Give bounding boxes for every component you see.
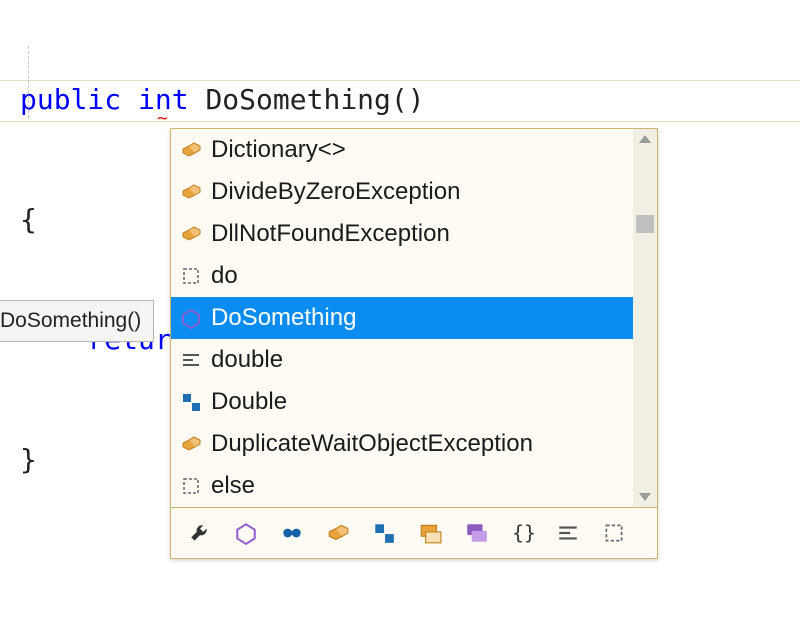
interface-icon bbox=[464, 521, 488, 545]
completion-list[interactable]: Dictionary<> DivideByZeroException DllNotF… bbox=[171, 129, 657, 507]
brace: } bbox=[20, 440, 37, 480]
struct-icon bbox=[372, 521, 396, 545]
field-icon bbox=[280, 521, 304, 545]
scrollbar[interactable] bbox=[633, 129, 657, 507]
intellisense-popup[interactable]: Dictionary<> DivideByZeroException DllNotF… bbox=[170, 128, 658, 559]
active-line-border bbox=[0, 80, 800, 81]
completion-item[interactable]: DivideByZeroException bbox=[171, 171, 633, 213]
filter-brace-icon[interactable] bbox=[499, 508, 545, 558]
active-line-border bbox=[0, 121, 800, 122]
code-line[interactable]: public int DoSomething() bbox=[20, 80, 800, 120]
code-editor[interactable]: public int DoSomething() { return } ~ Do… bbox=[0, 0, 800, 625]
indent-guide bbox=[28, 46, 29, 118]
completion-label: double bbox=[211, 346, 283, 374]
completion-item[interactable]: DuplicateWaitObjectException bbox=[171, 423, 633, 465]
class-icon bbox=[326, 521, 350, 545]
filter-field-icon[interactable] bbox=[269, 508, 315, 558]
keyword-icon bbox=[171, 475, 211, 497]
completion-label: DoSomething bbox=[211, 304, 356, 332]
keyword-icon bbox=[602, 521, 626, 545]
enum-icon bbox=[418, 521, 442, 545]
wrench-icon bbox=[188, 521, 212, 545]
struct-icon bbox=[171, 391, 211, 413]
scroll-up-icon[interactable] bbox=[639, 135, 651, 143]
completion-item[interactable]: double bbox=[171, 339, 633, 381]
class-icon bbox=[171, 223, 211, 245]
brace-icon bbox=[510, 521, 534, 545]
completion-item[interactable]: do bbox=[171, 255, 633, 297]
completion-label: do bbox=[211, 262, 238, 290]
filter-snippet-icon[interactable] bbox=[545, 508, 591, 558]
method-icon bbox=[234, 521, 258, 545]
keyword-icon bbox=[171, 265, 211, 287]
filter-enum-icon[interactable] bbox=[407, 508, 453, 558]
class-icon bbox=[171, 181, 211, 203]
completion-item[interactable]: Double bbox=[171, 381, 633, 423]
filter-class-icon[interactable] bbox=[315, 508, 361, 558]
snippet-icon bbox=[171, 349, 211, 371]
method-icon bbox=[171, 307, 211, 329]
method-name: DoSomething() bbox=[205, 80, 424, 120]
signature-hint: DoSomething() bbox=[0, 300, 154, 342]
filter-keyword-icon[interactable] bbox=[591, 508, 637, 558]
keyword: public bbox=[20, 80, 121, 120]
completion-label: else bbox=[211, 472, 255, 500]
scroll-thumb[interactable] bbox=[636, 215, 654, 233]
completion-item[interactable]: else bbox=[171, 465, 633, 507]
scroll-down-icon[interactable] bbox=[639, 493, 651, 501]
filter-wrench-icon[interactable] bbox=[177, 508, 223, 558]
class-icon bbox=[171, 139, 211, 161]
completion-label: DivideByZeroException bbox=[211, 178, 460, 206]
signature-text: DoSomething() bbox=[0, 309, 141, 332]
completion-item[interactable]: DoSomething bbox=[171, 297, 633, 339]
completion-label: Dictionary<> bbox=[211, 136, 346, 164]
error-squiggle: ~ bbox=[157, 108, 168, 129]
completion-item[interactable]: DllNotFoundException bbox=[171, 213, 633, 255]
completion-label: Double bbox=[211, 388, 287, 416]
filter-bar[interactable] bbox=[171, 507, 657, 558]
completion-label: DuplicateWaitObjectException bbox=[211, 430, 533, 458]
completion-item[interactable]: Dictionary<> bbox=[171, 129, 633, 171]
completion-label: DllNotFoundException bbox=[211, 220, 450, 248]
snippet-icon bbox=[556, 521, 580, 545]
brace: { bbox=[20, 200, 37, 240]
filter-struct-icon[interactable] bbox=[361, 508, 407, 558]
filter-interface-icon[interactable] bbox=[453, 508, 499, 558]
filter-method-icon[interactable] bbox=[223, 508, 269, 558]
class-icon bbox=[171, 433, 211, 455]
